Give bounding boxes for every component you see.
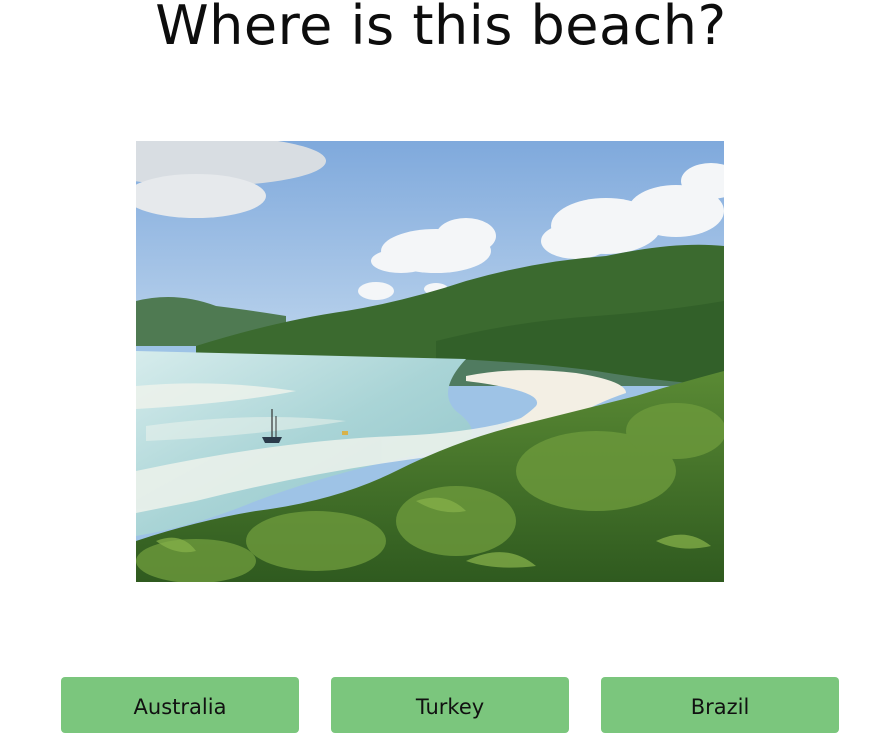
answer-button-turkey[interactable]: Turkey bbox=[331, 677, 569, 733]
beach-photo-image bbox=[136, 141, 724, 582]
small-boat bbox=[342, 431, 348, 435]
beach-photo bbox=[136, 141, 724, 582]
question-title: Where is this beach? bbox=[155, 0, 727, 57]
answer-button-brazil[interactable]: Brazil bbox=[601, 677, 839, 733]
answer-button-australia[interactable]: Australia bbox=[61, 677, 299, 733]
